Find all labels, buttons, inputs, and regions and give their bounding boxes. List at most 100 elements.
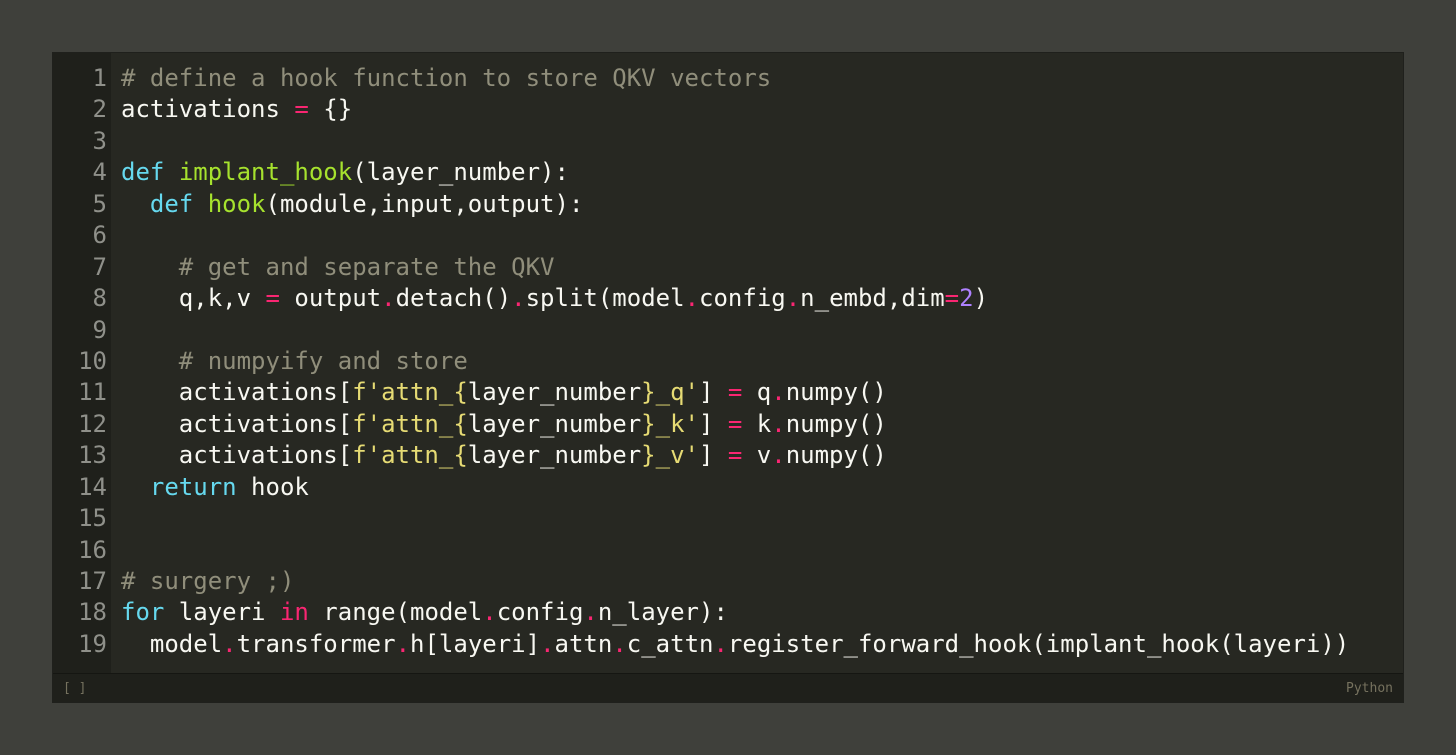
code-token: range(model <box>308 598 483 627</box>
code-token: # get and separate the QKV <box>178 252 555 281</box>
line-code[interactable] <box>107 503 121 534</box>
code-token: in <box>279 598 309 627</box>
code-line[interactable]: 18 for layeri in range(model.config.n_lay… <box>53 597 1403 629</box>
line-code[interactable]: # define a hook function to store QKV ve… <box>107 63 771 94</box>
code-token: f'attn_{ <box>352 441 468 470</box>
code-line[interactable]: 13 activations[f'attn_{layer_number}_v']… <box>53 440 1403 472</box>
code-line[interactable]: 7 # get and separate the QKV <box>53 251 1403 284</box>
code-token: config <box>699 284 786 313</box>
line-number: 13 <box>53 440 107 472</box>
code-token: activations[ <box>121 409 353 438</box>
code-line[interactable]: 19 model.transformer.h[layeri].attn.c_at… <box>53 628 1403 661</box>
line-number: 14 <box>53 471 107 504</box>
line-code[interactable] <box>107 535 121 566</box>
code-area[interactable]: 1 # define a hook function to store QKV v… <box>53 53 1403 673</box>
code-line[interactable]: 15 <box>53 503 1403 535</box>
code-line[interactable]: 11 activations[f'attn_{layer_number}_q']… <box>53 377 1403 409</box>
code-token: for <box>121 598 165 627</box>
code-line[interactable]: 5 def hook(module,input,output): <box>53 188 1403 221</box>
code-token: }_q' <box>641 378 699 407</box>
line-code[interactable]: activations = {} <box>107 94 352 125</box>
code-token: def <box>149 189 194 218</box>
code-line[interactable]: 1 # define a hook function to store QKV v… <box>53 63 1403 95</box>
code-token: # numpyify and store <box>178 346 468 375</box>
code-token: . <box>771 441 786 470</box>
code-token: ] <box>698 409 728 438</box>
code-token: ] <box>698 378 728 407</box>
code-token: c_attn <box>626 629 714 658</box>
line-number: 18 <box>53 597 107 629</box>
code-line[interactable]: 9 <box>53 314 1403 346</box>
code-token: . <box>684 284 700 313</box>
code-token: . <box>511 284 526 313</box>
line-code[interactable]: def implant_hook(layer_number): <box>107 157 569 188</box>
line-code[interactable]: # surgery ;) <box>107 566 294 597</box>
line-code[interactable] <box>107 126 121 157</box>
code-token: . <box>771 378 786 407</box>
code-token: 2 <box>959 284 974 313</box>
code-line[interactable]: 3 <box>53 125 1403 158</box>
code-token: k <box>742 409 772 438</box>
code-line[interactable]: 10 # numpyify and store <box>53 345 1403 378</box>
code-line[interactable]: 12 activations[f'attn_{layer_number}_k']… <box>53 408 1403 441</box>
line-code[interactable]: return hook <box>107 472 309 503</box>
code-token: config <box>496 598 584 627</box>
code-line[interactable]: 2 activations = {} <box>53 94 1403 126</box>
code-line[interactable]: 17 # surgery ;) <box>53 566 1403 598</box>
line-code[interactable]: # get and separate the QKV <box>107 252 555 283</box>
line-code[interactable] <box>107 315 121 346</box>
code-token: . <box>612 629 627 658</box>
code-token: {} <box>308 95 353 124</box>
line-number: 3 <box>53 125 107 158</box>
code-token: activations <box>121 95 295 124</box>
code-token: hook <box>207 189 266 218</box>
code-token: }_k' <box>641 409 699 438</box>
code-token: split(model <box>525 284 685 313</box>
line-code[interactable]: model.transformer.h[layeri].attn.c_attn.… <box>107 629 1349 660</box>
code-token: = <box>294 95 309 124</box>
line-code[interactable]: # numpyify and store <box>107 346 468 377</box>
language-label[interactable]: Python <box>1346 681 1393 696</box>
code-token: detach() <box>395 284 512 313</box>
line-code[interactable]: activations[f'attn_{layer_number}_k'] = … <box>107 409 887 440</box>
line-number: 12 <box>53 408 107 441</box>
line-code[interactable]: activations[f'attn_{layer_number}_q'] = … <box>107 377 887 408</box>
line-code[interactable]: activations[f'attn_{layer_number}_v'] = … <box>107 440 887 471</box>
code-line[interactable]: 14 return hook <box>53 471 1403 504</box>
code-line[interactable]: 4 def implant_hook(layer_number): <box>53 157 1403 189</box>
code-token: layer_number <box>467 378 642 407</box>
line-code[interactable]: q,k,v = output.detach().split(model.conf… <box>107 283 988 314</box>
line-code[interactable] <box>107 220 121 251</box>
code-lines[interactable]: 1 # define a hook function to store QKV v… <box>53 63 1403 661</box>
code-line[interactable]: 16 <box>53 534 1403 566</box>
code-editor[interactable]: 1 # define a hook function to store QKV v… <box>52 52 1404 703</box>
line-number: 17 <box>53 566 107 598</box>
code-token: . <box>222 629 237 658</box>
code-token: = <box>727 378 743 407</box>
line-number: 6 <box>53 220 107 252</box>
line-number: 5 <box>53 188 107 221</box>
code-token: = <box>265 284 280 313</box>
code-token: activations[ <box>121 441 353 470</box>
line-code[interactable]: for layeri in range(model.config.n_layer… <box>107 597 728 628</box>
line-number: 15 <box>53 503 107 535</box>
line-number: 10 <box>53 345 107 378</box>
code-token: implant_hook <box>178 158 353 187</box>
line-code[interactable]: def hook(module,input,output): <box>107 189 584 220</box>
code-token: numpy() <box>785 441 887 470</box>
code-token: model <box>121 629 223 658</box>
code-token: }_v' <box>641 441 699 470</box>
code-token: numpy() <box>785 409 887 438</box>
line-number: 1 <box>53 63 107 95</box>
code-token: . <box>771 409 786 438</box>
code-token: n_embd,dim <box>800 284 945 313</box>
code-token: register_forward_hook(implant_hook(layer… <box>727 629 1350 658</box>
line-number: 2 <box>53 94 107 126</box>
code-token: output <box>279 284 382 313</box>
code-line[interactable]: 8 q,k,v = output.detach().split(model.co… <box>53 283 1403 315</box>
code-line[interactable]: 6 <box>53 220 1403 252</box>
code-token: activations[ <box>121 378 353 407</box>
